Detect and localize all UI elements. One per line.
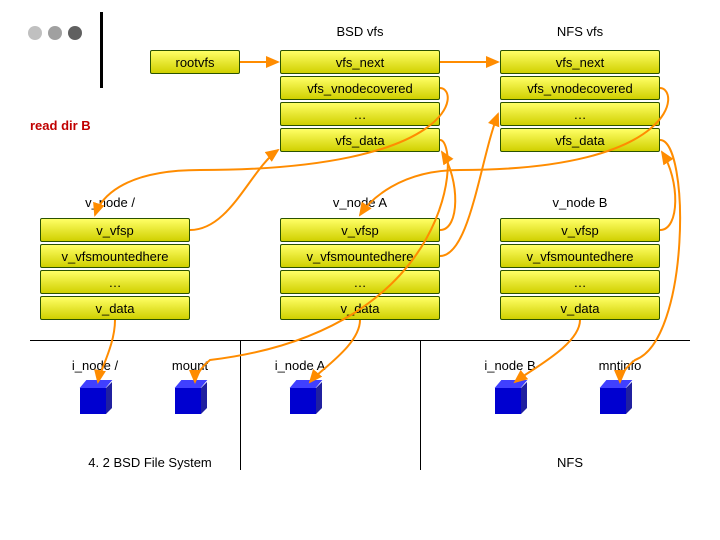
box-vfs-vnodecovered-2: vfs_vnodecovered bbox=[500, 76, 660, 100]
bullet-dot bbox=[68, 26, 82, 40]
box-vfs-next-1: vfs_next bbox=[280, 50, 440, 74]
cube-inode-b bbox=[495, 382, 527, 414]
divider-h bbox=[30, 340, 690, 341]
bullet-dot bbox=[48, 26, 62, 40]
footer-bsd: 4. 2 BSD File System bbox=[60, 455, 240, 470]
cube-mount bbox=[175, 382, 207, 414]
box-v-mountedhere-0: v_vfsmountedhere bbox=[40, 244, 190, 268]
label-vnode-a: v_node A bbox=[300, 195, 420, 210]
label-mntinfo: mntinfo bbox=[590, 358, 650, 373]
header-nfs-vfs: NFS vfs bbox=[520, 24, 640, 39]
box-v-data-a: v_data bbox=[280, 296, 440, 320]
label-read-dir-b: read dir B bbox=[30, 118, 91, 133]
label-vnode-slash: v_node / bbox=[50, 195, 170, 210]
box-vfs-data-2: vfs_data bbox=[500, 128, 660, 152]
label-mount: mount bbox=[160, 358, 220, 373]
divider-v2 bbox=[420, 340, 421, 470]
footer-nfs: NFS bbox=[540, 455, 600, 470]
cube-mntinfo bbox=[600, 382, 632, 414]
bullet-dot bbox=[28, 26, 42, 40]
box-vfs-next-2: vfs_next bbox=[500, 50, 660, 74]
divider-v1 bbox=[240, 340, 241, 470]
box-v-vfsp-0: v_vfsp bbox=[40, 218, 190, 242]
label-vnode-b: v_node B bbox=[520, 195, 640, 210]
box-v-data-0: v_data bbox=[40, 296, 190, 320]
box-vfs-vnodecovered-1: vfs_vnodecovered bbox=[280, 76, 440, 100]
cube-inode-slash bbox=[80, 382, 112, 414]
box-v-mountedhere-b: v_vfsmountedhere bbox=[500, 244, 660, 268]
box-vfs-data-1: vfs_data bbox=[280, 128, 440, 152]
box-v-vfsp-b: v_vfsp bbox=[500, 218, 660, 242]
box-vfs-dots-1: … bbox=[280, 102, 440, 126]
box-v-vfsp-a: v_vfsp bbox=[280, 218, 440, 242]
box-rootvfs: rootvfs bbox=[150, 50, 240, 74]
box-v-mountedhere-a: v_vfsmountedhere bbox=[280, 244, 440, 268]
box-vfs-dots-2: … bbox=[500, 102, 660, 126]
box-v-dots-a: … bbox=[280, 270, 440, 294]
label-inode-slash: i_node / bbox=[55, 358, 135, 373]
cube-inode-a bbox=[290, 382, 322, 414]
header-bsd-vfs: BSD vfs bbox=[300, 24, 420, 39]
label-inode-b: i_node B bbox=[470, 358, 550, 373]
box-v-dots-b: … bbox=[500, 270, 660, 294]
slide-bullets bbox=[28, 26, 82, 40]
label-inode-a: i_node A bbox=[260, 358, 340, 373]
box-v-data-b: v_data bbox=[500, 296, 660, 320]
header-vline bbox=[100, 12, 103, 88]
box-v-dots-0: … bbox=[40, 270, 190, 294]
